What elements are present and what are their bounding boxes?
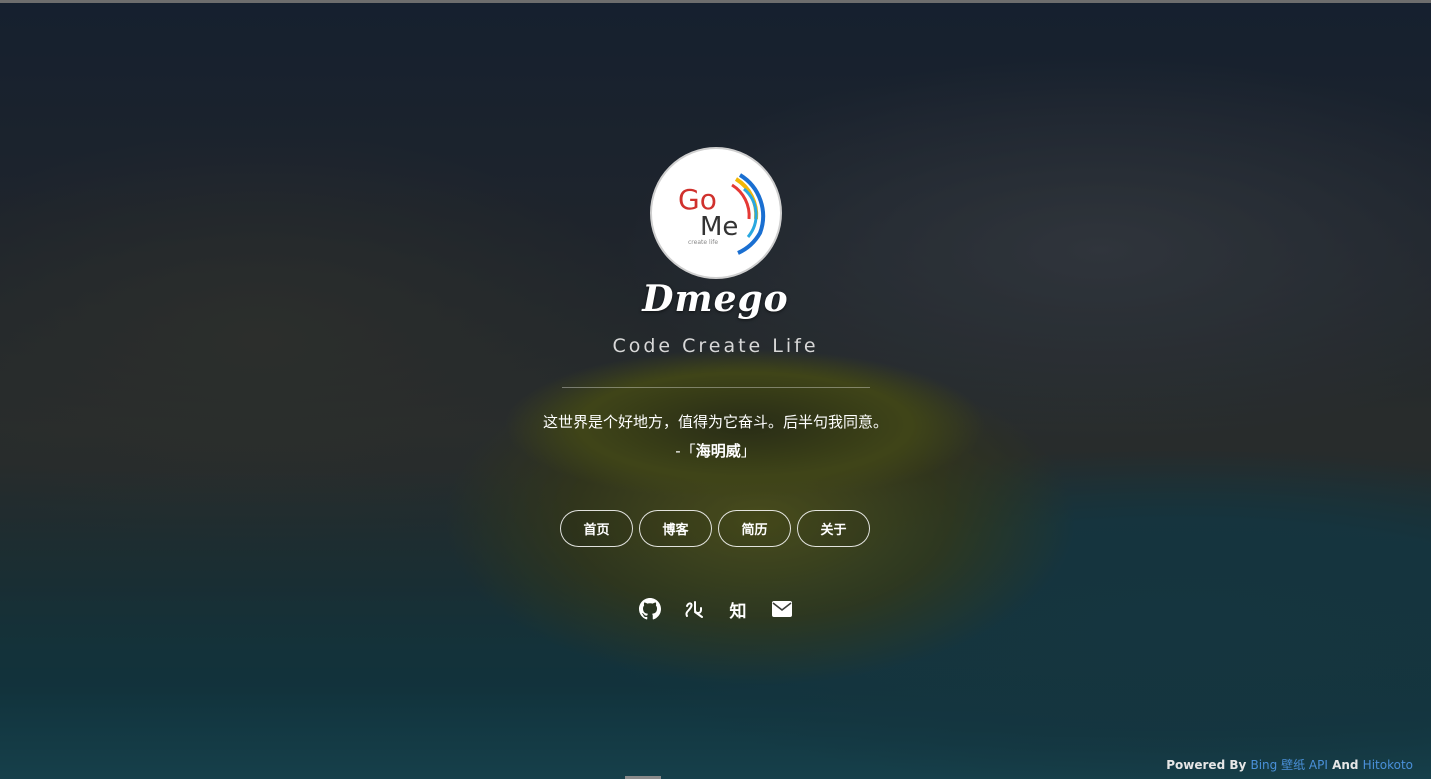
avatar[interactable]: Go Me create life <box>650 147 782 279</box>
logo-tagline: create life <box>688 239 718 246</box>
quote-author: 海明威 <box>695 442 741 460</box>
quote-author-line: -「海明威」 <box>0 440 1431 461</box>
quote-text: 这世界是个好地方，值得为它奋斗。后半句我同意。 <box>542 413 888 431</box>
footer-powered-by: Powered By <box>1166 758 1251 772</box>
site-title: Dmego <box>642 278 789 320</box>
site-subtitle: Code Create Life <box>612 335 819 357</box>
logo-me: Me <box>700 212 738 242</box>
nav-about-button[interactable]: 关于 <box>797 510 870 547</box>
nav-blog-button[interactable]: 博客 <box>639 510 712 547</box>
bing-api-link[interactable]: Bing 壁纸 API <box>1250 758 1327 772</box>
background-overlay <box>0 0 1431 779</box>
divider <box>562 387 870 388</box>
nav-buttons: 首页 博客 简历 关于 <box>560 510 870 547</box>
social-links: 知 <box>639 598 793 622</box>
quote-suffix: 」 <box>740 442 756 460</box>
hitokoto-link[interactable]: Hitokoto <box>1363 758 1413 772</box>
top-bar <box>0 0 1431 3</box>
footer-credits: Powered By Bing 壁纸 API And Hitokoto <box>1166 756 1413 773</box>
blog-icon[interactable] <box>683 598 705 620</box>
page: Go Me create life Dmego Code Create Life… <box>0 0 1431 779</box>
nav-resume-button[interactable]: 简历 <box>718 510 791 547</box>
email-icon[interactable] <box>771 598 793 620</box>
github-icon[interactable] <box>639 598 661 620</box>
gome-logo: Go Me create life <box>678 173 766 255</box>
footer-and: And <box>1327 758 1363 772</box>
nav-home-button[interactable]: 首页 <box>560 510 633 547</box>
quote-prefix: -「 <box>675 442 696 460</box>
zhihu-icon[interactable]: 知 <box>727 598 749 622</box>
